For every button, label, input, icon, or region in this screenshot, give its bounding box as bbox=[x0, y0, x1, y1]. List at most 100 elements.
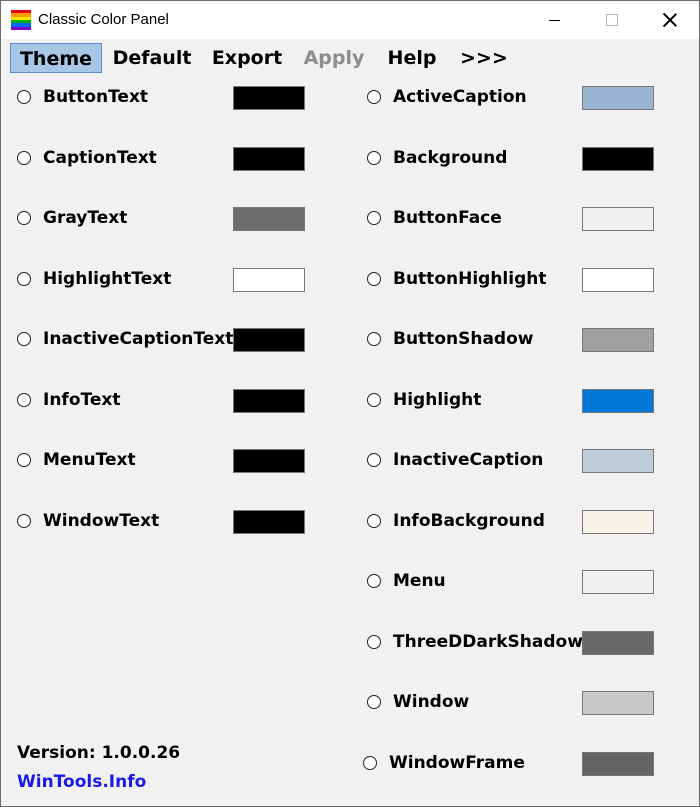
icon-stripe bbox=[11, 26, 31, 30]
color-label: Highlight bbox=[393, 389, 482, 410]
color-row-button-text[interactable]: ButtonText bbox=[17, 86, 305, 112]
color-swatch-window-frame[interactable] bbox=[582, 751, 654, 776]
radio-caption-text[interactable] bbox=[17, 150, 31, 165]
maximize-icon bbox=[606, 14, 618, 26]
color-row-button-highlight[interactable]: ButtonHighlight bbox=[367, 267, 654, 294]
minimize-button[interactable] bbox=[525, 1, 583, 39]
close-button[interactable] bbox=[641, 1, 699, 39]
color-row-three-ddark-shadow[interactable]: ThreeDDarkShadow bbox=[367, 630, 654, 657]
color-row-gray-text[interactable]: GrayText bbox=[17, 207, 305, 233]
radio-info-background[interactable] bbox=[367, 513, 381, 528]
menu-default[interactable]: Default bbox=[105, 43, 199, 73]
color-swatch-button-text[interactable] bbox=[233, 86, 305, 110]
app-window: Classic Color Panel Theme Default Export… bbox=[0, 0, 700, 807]
radio-button-highlight[interactable] bbox=[367, 271, 381, 286]
color-row-button-face[interactable]: ButtonFace bbox=[367, 207, 654, 233]
close-icon bbox=[663, 13, 677, 27]
color-label: ThreeDDarkShadow bbox=[393, 631, 583, 652]
color-row-window[interactable]: Window bbox=[367, 691, 654, 717]
color-label: ButtonShadow bbox=[393, 329, 534, 349]
menu-bar: Theme Default Export Apply Help >>> bbox=[1, 39, 699, 77]
title-bar[interactable]: Classic Color Panel bbox=[1, 1, 699, 39]
color-label: ButtonHighlight bbox=[393, 268, 547, 289]
menu-help[interactable]: Help bbox=[379, 43, 445, 73]
radio-highlight[interactable] bbox=[367, 392, 381, 407]
color-label: Background bbox=[393, 147, 508, 168]
color-label: InactiveCaption bbox=[393, 450, 544, 470]
radio-button-text[interactable] bbox=[17, 90, 31, 104]
color-label: CaptionText bbox=[43, 147, 157, 168]
color-swatch-menu-text[interactable] bbox=[233, 449, 305, 473]
color-row-caption-text[interactable]: CaptionText bbox=[17, 146, 305, 173]
radio-inactive-caption-text[interactable] bbox=[17, 332, 31, 346]
color-row-background[interactable]: Background bbox=[367, 146, 654, 173]
radio-inactive-caption[interactable] bbox=[367, 453, 381, 467]
color-label: InactiveCaptionText bbox=[43, 329, 234, 349]
menu-export[interactable]: Export bbox=[204, 43, 290, 73]
menu-apply[interactable]: Apply bbox=[295, 43, 373, 73]
radio-window-frame[interactable] bbox=[363, 755, 377, 770]
radio-menu-text[interactable] bbox=[17, 453, 31, 467]
maximize-button[interactable] bbox=[583, 1, 641, 39]
color-swatch-window[interactable] bbox=[582, 691, 654, 715]
color-row-highlight-text[interactable]: HighlightText bbox=[17, 267, 305, 294]
minimize-icon bbox=[548, 19, 560, 21]
color-label: ActiveCaption bbox=[393, 87, 527, 107]
color-swatch-button-highlight[interactable] bbox=[582, 267, 654, 292]
radio-info-text[interactable] bbox=[17, 392, 31, 407]
color-row-info-background[interactable]: InfoBackground bbox=[367, 509, 654, 536]
radio-menu[interactable] bbox=[367, 574, 381, 588]
color-label: InfoText bbox=[43, 389, 121, 410]
website-link[interactable]: WinTools.Info bbox=[17, 772, 146, 792]
version-label: Version: 1.0.0.26 bbox=[17, 743, 181, 763]
color-swatch-button-shadow[interactable] bbox=[582, 328, 654, 352]
radio-active-caption[interactable] bbox=[367, 90, 381, 104]
color-label: WindowText bbox=[43, 510, 160, 531]
color-swatch-inactive-caption-text[interactable] bbox=[233, 328, 305, 352]
color-label: InfoBackground bbox=[393, 510, 545, 531]
radio-highlight-text[interactable] bbox=[17, 271, 31, 286]
color-swatch-three-ddark-shadow[interactable] bbox=[582, 630, 654, 655]
color-label: WindowFrame bbox=[389, 752, 525, 773]
color-row-menu-text[interactable]: MenuText bbox=[17, 449, 305, 475]
color-swatch-active-caption[interactable] bbox=[582, 86, 654, 110]
color-row-menu[interactable]: Menu bbox=[367, 570, 654, 596]
color-label: ButtonText bbox=[43, 87, 149, 107]
color-swatch-inactive-caption[interactable] bbox=[582, 449, 654, 473]
color-row-highlight[interactable]: Highlight bbox=[367, 388, 654, 415]
color-label: MenuText bbox=[43, 450, 136, 470]
radio-window[interactable] bbox=[367, 695, 381, 709]
color-swatch-highlight[interactable] bbox=[582, 388, 654, 413]
window-title: Classic Color Panel bbox=[38, 11, 169, 28]
color-swatch-gray-text[interactable] bbox=[233, 207, 305, 231]
rainbow-stripes-icon bbox=[11, 10, 31, 30]
color-swatch-background[interactable] bbox=[582, 146, 654, 171]
color-row-info-text[interactable]: InfoText bbox=[17, 388, 305, 415]
color-row-inactive-caption-text[interactable]: InactiveCaptionText bbox=[17, 328, 305, 354]
color-row-active-caption[interactable]: ActiveCaption bbox=[367, 86, 654, 112]
radio-button-face[interactable] bbox=[367, 211, 381, 225]
radio-button-shadow[interactable] bbox=[367, 332, 381, 346]
color-row-button-shadow[interactable]: ButtonShadow bbox=[367, 328, 654, 354]
color-swatch-window-text[interactable] bbox=[233, 509, 305, 534]
color-label: Window bbox=[393, 692, 470, 712]
color-row-inactive-caption[interactable]: InactiveCaption bbox=[367, 449, 654, 475]
color-swatch-button-face[interactable] bbox=[582, 207, 654, 231]
menu-more[interactable]: >>> bbox=[453, 43, 515, 73]
color-row-window-frame[interactable]: WindowFrame bbox=[363, 751, 654, 778]
color-label: Menu bbox=[393, 571, 446, 591]
radio-gray-text[interactable] bbox=[17, 211, 31, 225]
color-label: ButtonFace bbox=[393, 208, 502, 228]
color-row-window-text[interactable]: WindowText bbox=[17, 509, 305, 536]
color-swatch-info-background[interactable] bbox=[582, 509, 654, 534]
color-swatch-menu[interactable] bbox=[582, 570, 654, 594]
color-label: GrayText bbox=[43, 208, 128, 228]
color-swatch-info-text[interactable] bbox=[233, 388, 305, 413]
radio-three-ddark-shadow[interactable] bbox=[367, 634, 381, 649]
color-swatch-caption-text[interactable] bbox=[233, 146, 305, 171]
radio-background[interactable] bbox=[367, 150, 381, 165]
menu-theme[interactable]: Theme bbox=[10, 43, 102, 73]
color-swatch-highlight-text[interactable] bbox=[233, 267, 305, 292]
color-label: HighlightText bbox=[43, 268, 172, 289]
radio-window-text[interactable] bbox=[17, 513, 31, 528]
